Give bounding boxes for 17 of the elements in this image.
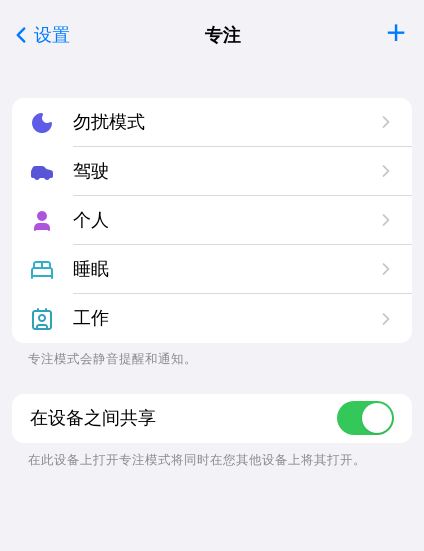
focus-mode-label: 勿扰模式 — [73, 110, 145, 134]
focus-mode-label: 工作 — [73, 307, 109, 330]
focus-mode-row[interactable]: 个人 — [12, 196, 412, 245]
focus-mode-row[interactable]: 驾驶 — [12, 147, 412, 196]
focus-mode-label: 个人 — [73, 208, 109, 232]
share-toggle[interactable] — [337, 401, 394, 436]
back-button[interactable]: 设置 — [8, 22, 70, 48]
focus-mode-row[interactable]: 工作 — [12, 294, 412, 343]
focus-footer-text: 专注模式会静音提醒和通知。 — [28, 351, 198, 368]
focus-mode-label: 驾驶 — [73, 160, 109, 182]
share-label: 在设备之间共享 — [30, 406, 156, 430]
page-title: 专注 — [205, 24, 241, 46]
focus-mode-label: 睡眠 — [73, 258, 109, 280]
add-button[interactable]: + — [376, 16, 416, 54]
focus-mode-row[interactable]: 睡眠 — [12, 245, 412, 294]
share-footer-text: 在此设备上打开专注模式将同时在您其他设备上将其打开。 — [28, 452, 367, 469]
focus-mode-row[interactable]: 勿扰模式 — [12, 98, 412, 147]
